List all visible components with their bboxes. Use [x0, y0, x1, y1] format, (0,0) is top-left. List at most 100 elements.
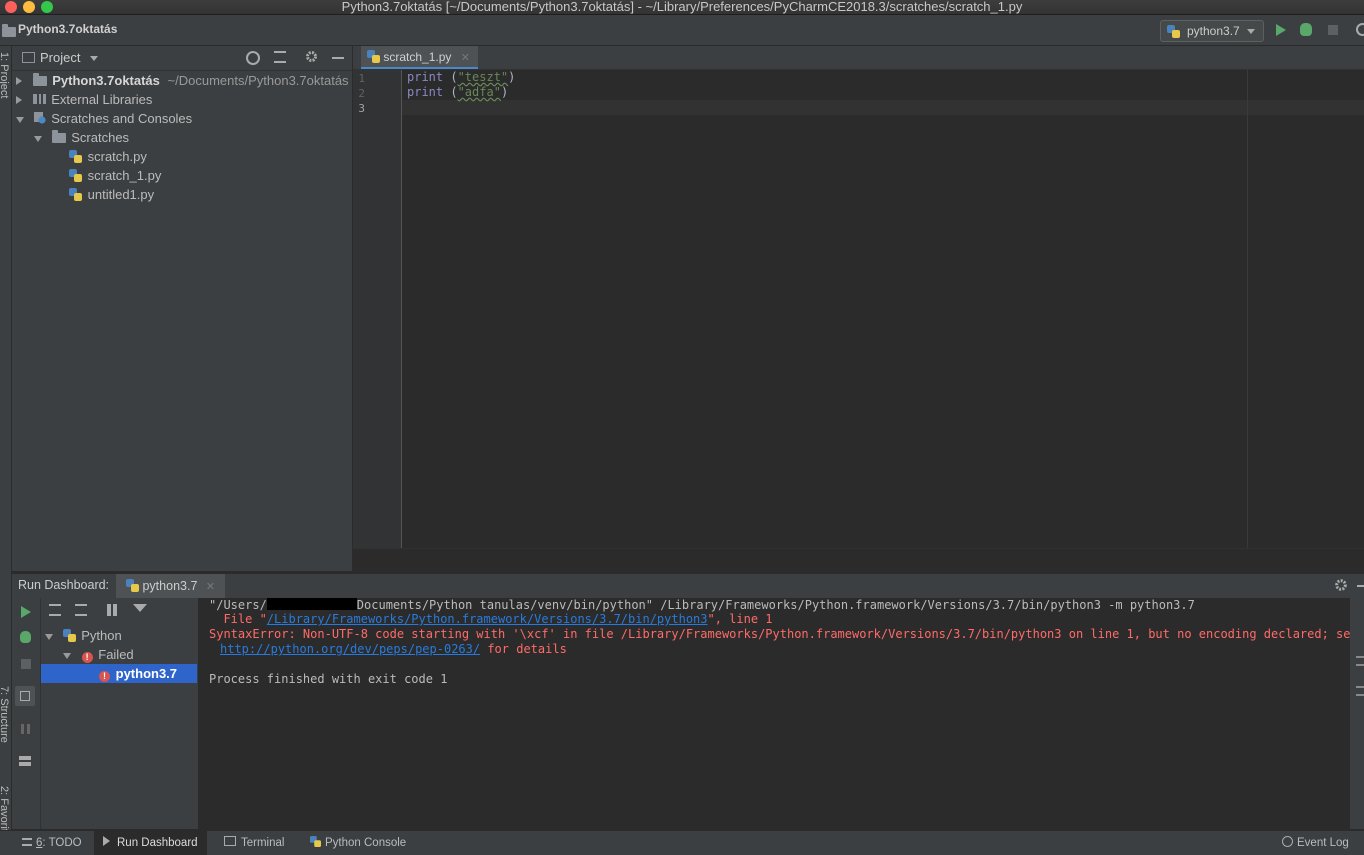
- chevron-down-icon[interactable]: [45, 634, 53, 640]
- tab-python3-7[interactable]: python3.7 ✕: [116, 574, 226, 598]
- run-toolbar: [12, 598, 41, 829]
- python-console-tool-button[interactable]: Python Console: [309, 831, 406, 855]
- console-output[interactable]: "/Users/Documents/Python tanulas/venv/bi…: [199, 598, 1358, 829]
- run-dashboard-tool-button[interactable]: Run Dashboard: [94, 831, 207, 855]
- rerun-icon[interactable]: [21, 606, 31, 618]
- console-line: http://python.org/dev/peps/pep-0263/ for…: [220, 642, 567, 656]
- gear-icon[interactable]: [305, 50, 318, 63]
- run-dashboard-header: Run Dashboard: python3.7 ✕: [12, 573, 1364, 599]
- tree-item-file[interactable]: scratch_1.py: [69, 166, 161, 185]
- pep-link[interactable]: http://python.org/dev/peps/pep-0263/: [220, 642, 480, 656]
- tree-item-file[interactable]: scratch.py: [69, 147, 147, 166]
- run-configuration-selector[interactable]: python3.7: [1160, 20, 1264, 42]
- run-dashboard-title: Run Dashboard:: [18, 578, 110, 592]
- caret-line-highlight: [402, 100, 1364, 115]
- breadcrumb-project[interactable]: Python3.7oktatás: [18, 22, 117, 36]
- console-text: "/Users/: [209, 598, 267, 612]
- python-file-icon: [367, 50, 380, 63]
- chevron-right-icon[interactable]: [16, 77, 22, 85]
- code-line: print ("teszt"): [407, 70, 515, 84]
- chevron-down-icon[interactable]: [90, 56, 98, 61]
- event-log-icon: [1282, 836, 1293, 847]
- run-config-label: python3.7: [1187, 24, 1240, 38]
- project-tool-button[interactable]: 1: Project: [0, 52, 10, 98]
- chevron-down-icon: [1247, 29, 1255, 34]
- code-punct: (: [443, 85, 458, 99]
- pause-icon[interactable]: [21, 724, 30, 734]
- failed-label: Failed: [98, 647, 134, 662]
- hide-panel-icon[interactable]: [332, 57, 344, 59]
- code-keyword: print: [407, 85, 444, 99]
- tree-item-external-libraries[interactable]: External Libraries: [16, 90, 152, 109]
- console-line: File "/Library/Frameworks/Python.framewo…: [209, 612, 773, 626]
- code-string: "adfa": [457, 85, 501, 99]
- debug-icon[interactable]: [20, 631, 31, 643]
- window-title-bar: Python3.7oktatás [~/Documents/Python3.7o…: [0, 0, 1364, 15]
- redacted-block: [266, 598, 357, 610]
- play-icon: [103, 836, 110, 846]
- scratches-and-consoles-label: Scratches and Consoles: [51, 111, 193, 126]
- python-icon: [309, 835, 322, 848]
- todo-tool-button[interactable]: 6: TODO: [22, 831, 82, 855]
- tab-label: scratch_1.py: [383, 50, 452, 64]
- expand-all-icon[interactable]: [49, 604, 61, 616]
- tree-item-scratches-and-consoles[interactable]: Scratches and Consoles: [16, 109, 192, 128]
- python-file-icon: [69, 169, 82, 182]
- debug-icon[interactable]: [1300, 23, 1312, 36]
- tree-item-file[interactable]: untitled1.py: [69, 185, 154, 204]
- folder-icon: [32, 73, 47, 86]
- close-tab-icon[interactable]: ✕: [206, 581, 215, 593]
- close-tab-icon[interactable]: ✕: [461, 52, 470, 64]
- chevron-down-icon[interactable]: [63, 653, 71, 659]
- project-root-name: Python3.7oktatás: [52, 73, 160, 88]
- tree-item-failed[interactable]: ! Failed: [63, 645, 134, 664]
- code-string: "teszt": [457, 70, 509, 84]
- structure-tool-button[interactable]: 7: Structure: [0, 686, 10, 743]
- external-libraries-label: External Libraries: [51, 92, 153, 107]
- project-root-path: ~/Documents/Python3.7oktatás: [167, 73, 349, 88]
- tree-item-project-root[interactable]: Python3.7oktatás ~/Documents/Python3.7ok…: [16, 71, 349, 90]
- collapse-all-icon[interactable]: [274, 51, 286, 63]
- search-icon[interactable]: [1356, 23, 1364, 36]
- python-file-icon: [69, 188, 82, 201]
- python-icon: [1167, 25, 1180, 38]
- tree-item-python3-7-selected[interactable]: ! python3.7: [41, 664, 197, 683]
- console-text: ", line 1: [707, 612, 773, 626]
- chevron-down-icon[interactable]: [16, 117, 24, 123]
- code-editor[interactable]: print ("teszt") print ("adfa"): [402, 70, 1364, 548]
- group-icon[interactable]: [19, 756, 31, 766]
- stop-icon[interactable]: [21, 659, 31, 669]
- run-configurations-tree: Python ! Failed ! python3.7: [41, 598, 199, 829]
- run-icon[interactable]: [1276, 24, 1286, 36]
- gear-icon[interactable]: [1334, 578, 1348, 592]
- event-log-tool-button[interactable]: Event Log: [1282, 831, 1349, 855]
- chevron-right-icon[interactable]: [16, 96, 22, 104]
- project-view-selector[interactable]: Project: [40, 50, 80, 65]
- terminal-icon: [224, 836, 236, 846]
- filter-icon[interactable]: [133, 604, 147, 612]
- file-link[interactable]: /Library/Frameworks/Python.framework/Ver…: [267, 612, 708, 626]
- hide-panel-icon[interactable]: [1357, 585, 1364, 587]
- layout-toggle-icon[interactable]: [15, 686, 35, 706]
- python-icon: [126, 579, 139, 592]
- scroll-to-end-icon[interactable]: [1356, 686, 1364, 696]
- locate-icon[interactable]: [246, 51, 260, 65]
- console-error-line: SyntaxError: Non-UTF-8 code starting wit…: [209, 627, 1358, 641]
- python-icon: [62, 629, 76, 642]
- console-right-toolbar: [1350, 598, 1364, 829]
- python-group-label: Python: [81, 628, 122, 643]
- code-punct: ): [508, 70, 516, 84]
- chevron-down-icon[interactable]: [34, 136, 42, 142]
- stop-icon[interactable]: [1328, 25, 1338, 35]
- project-panel-header: Project: [12, 46, 352, 71]
- code-punct: ): [500, 85, 509, 99]
- tree-item-python-group[interactable]: Python: [45, 626, 122, 645]
- collapse-all-icon[interactable]: [75, 604, 87, 616]
- terminal-tool-button[interactable]: Terminal: [224, 831, 284, 855]
- folder-icon: [51, 130, 66, 143]
- tab-scratch-1[interactable]: scratch_1.py ✕: [361, 46, 478, 69]
- tree-item-scratches-folder[interactable]: Scratches: [34, 128, 129, 147]
- console-text: File ": [209, 612, 267, 626]
- soft-wrap-icon[interactable]: [1356, 656, 1364, 666]
- group-by-icon[interactable]: [107, 604, 119, 616]
